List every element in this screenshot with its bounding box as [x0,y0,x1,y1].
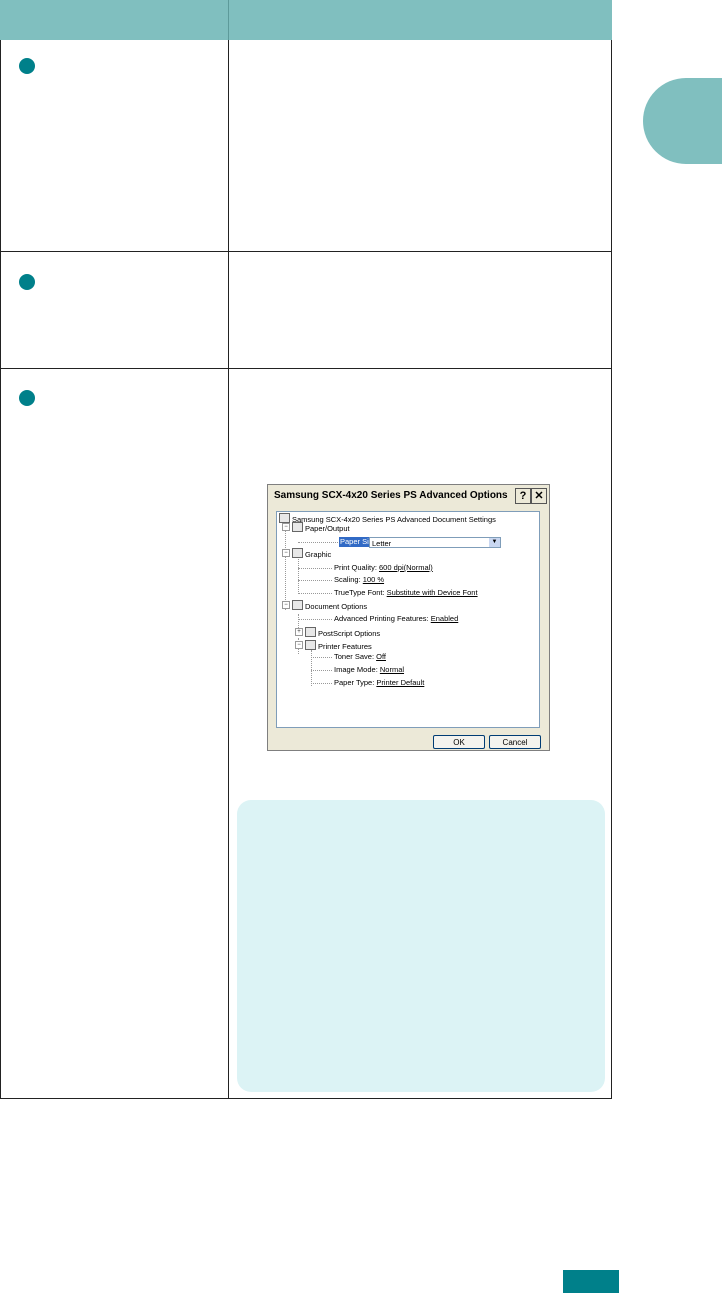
tree-guide [298,619,332,620]
tree-guide [298,593,332,594]
tree-node-postscript-options[interactable]: PostScript Options [305,627,380,639]
collapse-toggle-paper-output[interactable]: − [282,523,290,531]
row-divider-1 [0,251,612,252]
advanced-options-dialog: Samsung SCX-4x20 Series PS Advanced Opti… [267,484,550,751]
table-border-right [611,40,612,1099]
tree-guide [298,580,332,581]
note-box [237,800,605,1092]
printer-icon [279,513,290,523]
table-border-left [0,40,1,1099]
collapse-toggle-printer-features[interactable]: − [295,641,303,649]
expand-toggle-postscript[interactable]: + [295,628,303,636]
ok-button[interactable]: OK [433,735,485,749]
postscript-icon [305,627,316,637]
table-border-bottom [0,1098,612,1099]
row-marker-1 [19,58,35,74]
truetype-font-setting[interactable]: TrueType Font: Substitute with Device Fo… [334,588,478,598]
tree-guide [311,650,312,686]
settings-tree: Samsung SCX-4x20 Series PS Advanced Docu… [276,511,540,728]
tree-guide [298,542,338,543]
tree-guide [298,614,299,628]
help-button[interactable]: ? [515,488,531,504]
collapse-toggle-document-options[interactable]: − [282,601,290,609]
tree-node-printer-features[interactable]: Printer Features [305,640,372,652]
tree-guide [285,526,286,610]
print-quality-setting[interactable]: Print Quality: 600 dpi(Normal) [334,563,433,573]
paper-icon [292,522,303,532]
page-number-tag [563,1270,619,1293]
header-col-description [229,0,612,40]
paper-type-setting[interactable]: Paper Type: Printer Default [334,678,424,688]
toner-save-setting[interactable]: Toner Save: Off [334,652,386,662]
document-options-icon [292,600,303,610]
chapter-tab [643,78,722,164]
table-column-divider [228,40,229,1099]
advanced-printing-setting[interactable]: Advanced Printing Features: Enabled [334,614,458,624]
paper-size-select[interactable]: Letter ▼ [369,537,501,548]
cancel-button[interactable]: Cancel [489,735,541,749]
table-header [0,0,612,40]
tree-guide [298,568,332,569]
tree-guide [311,657,332,658]
tree-node-document-options[interactable]: Document Options [292,600,367,612]
graphic-icon [292,548,303,558]
tree-guide [311,670,332,671]
collapse-toggle-graphic[interactable]: − [282,549,290,557]
header-col-property [0,0,228,40]
tree-node-paper-output[interactable]: Paper/Output [292,522,350,534]
dialog-title: Samsung SCX-4x20 Series PS Advanced Opti… [268,485,549,507]
scaling-setting[interactable]: Scaling: 100 % [334,575,384,585]
close-button[interactable]: ✕ [531,488,547,504]
image-mode-setting[interactable]: Image Mode: Normal [334,665,404,675]
chapter-number [643,78,722,164]
row-marker-3 [19,390,35,406]
tree-node-graphic[interactable]: Graphic [292,548,331,560]
tree-guide [311,683,332,684]
row-marker-2 [19,274,35,290]
row-divider-2 [0,368,612,369]
chevron-down-icon: ▼ [489,538,500,547]
printer-features-icon [305,640,316,650]
